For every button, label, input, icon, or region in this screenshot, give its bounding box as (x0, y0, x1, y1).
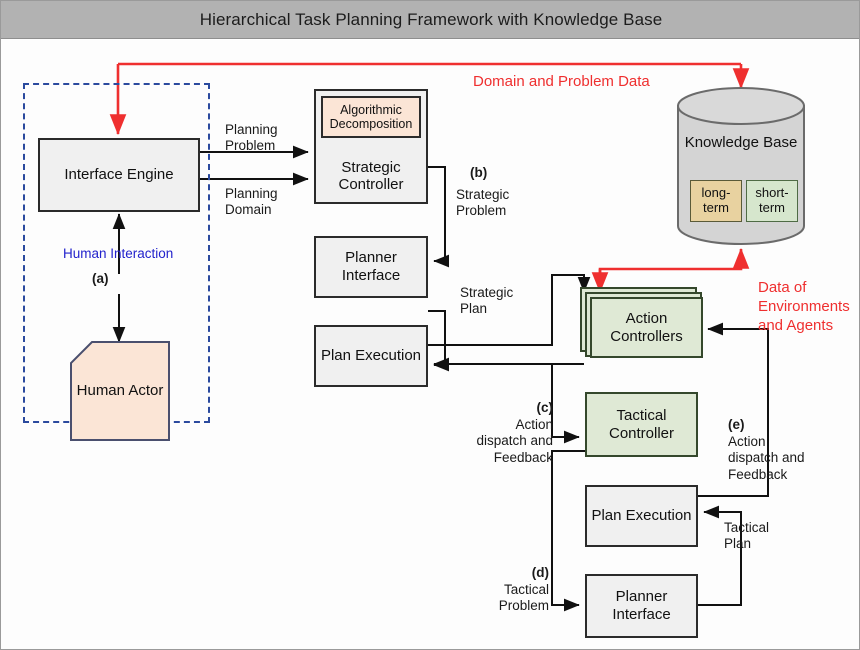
node-interface-engine-label: Interface Engine (64, 166, 174, 184)
label-planning-problem: Planning Problem (225, 122, 278, 154)
red-data-environments-flow (591, 247, 750, 294)
cylinder-icon (677, 87, 805, 245)
label-tag-c: (c) (536, 400, 554, 416)
node-plan-execution-bottom-label: Plan Execution (591, 507, 692, 525)
node-tactical-controller-label: Tactical Controller (608, 406, 675, 442)
node-planner-interface-top[interactable]: Planner Interface (314, 236, 428, 298)
label-c-text: Action dispatch and Feedback (476, 416, 553, 465)
node-tactical-controller[interactable]: Tactical Controller (585, 392, 698, 457)
strategic-problem-wire (428, 166, 450, 268)
label-e-text: Action dispatch and Feedback (728, 433, 805, 482)
tactical-problem-wire (551, 450, 585, 612)
label-tag-a: (a) (92, 271, 109, 286)
diagram-title-bar: Hierarchical Task Planning Framework wit… (1, 1, 859, 39)
label-domain-and-problem-data: Domain and Problem Data (473, 73, 650, 90)
node-knowledge-base[interactable]: Knowledge Base long- term short- term (676, 86, 806, 246)
label-tag-e: (e) (728, 417, 745, 433)
label-planning-domain: Planning Domain (225, 186, 278, 218)
node-plan-execution-top[interactable]: Plan Execution (314, 325, 428, 387)
kb-chip-long-term[interactable]: long- term (690, 180, 742, 222)
kb-chip-short-term[interactable]: short- term (746, 180, 798, 222)
node-knowledge-base-label: Knowledge Base (684, 134, 798, 151)
node-planner-interface-bottom-label: Planner Interface (612, 588, 671, 623)
label-tactical-plan: Tactical Plan (724, 520, 770, 552)
node-interface-engine[interactable]: Interface Engine (38, 138, 200, 212)
label-strategic-plan: Strategic Plan (460, 285, 514, 317)
label-d-text: Tactical Problem (498, 581, 549, 614)
label-d-group: (d) Tactical Problem (451, 549, 549, 615)
page-title: Hierarchical Task Planning Framework wit… (199, 9, 663, 29)
node-planner-interface-top-label: Planner Interface (341, 249, 401, 284)
label-tag-d: (d) (531, 565, 549, 581)
label-human-interaction: Human Interaction (63, 246, 174, 261)
node-plan-execution-bottom[interactable]: Plan Execution (585, 485, 698, 547)
node-human-actor-label: Human Actor (76, 382, 164, 400)
node-plan-execution-top-label: Plan Execution (320, 347, 422, 365)
label-tag-b: (b) (470, 165, 488, 180)
label-data-of-environments-and-agents: Data of Environments and Agents (758, 279, 850, 334)
kb-chip-long-term-label: long- term (701, 185, 731, 215)
label-strategic-problem: Strategic Problem (456, 187, 510, 219)
strategic-plan-wire (428, 310, 450, 372)
node-planner-interface-bottom[interactable]: Planner Interface (585, 574, 698, 638)
node-action-controllers[interactable]: Action Controllers (590, 297, 703, 358)
diagram-root: Hierarchical Task Planning Framework wit… (0, 0, 860, 650)
node-action-controllers-label: Action Controllers (610, 309, 683, 345)
label-c-group: (c) Action dispatch and Feedback (461, 384, 553, 466)
kb-chip-short-term-label: short- term (755, 185, 789, 215)
node-strategic-controller-label: Strategic Controller (338, 158, 404, 194)
diagram-canvas: Interface Engine Human Actor Strategic C… (1, 39, 859, 649)
node-human-actor[interactable]: Human Actor (70, 341, 170, 441)
node-algorithmic-decomposition-label: Algorithmic Decomposition (329, 102, 413, 131)
label-e-group: (e) Action dispatch and Feedback (728, 401, 838, 483)
node-algorithmic-decomposition[interactable]: Algorithmic Decomposition (321, 96, 421, 138)
